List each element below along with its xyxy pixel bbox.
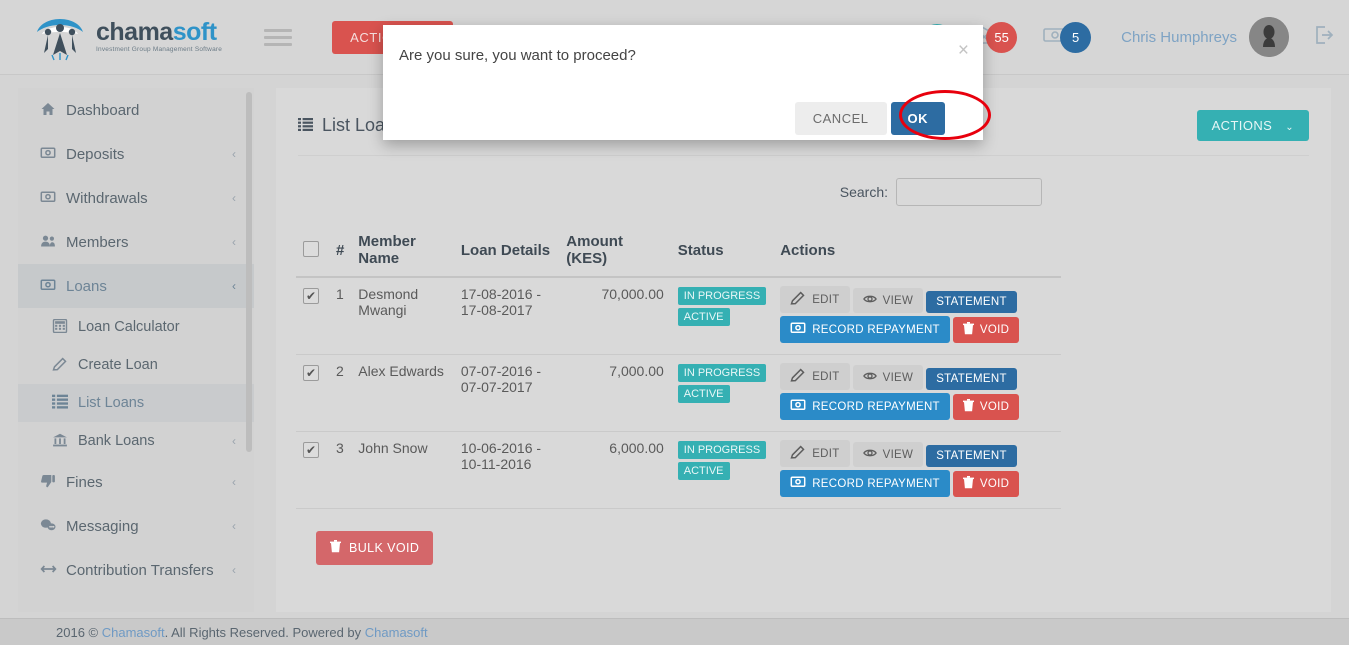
close-icon[interactable]: × <box>958 41 969 60</box>
cancel-button[interactable]: CANCEL <box>794 102 887 135</box>
app-root: chamasoft Investment Group Management So… <box>0 0 1349 645</box>
modal-footer: CANCEL OK <box>794 102 983 135</box>
confirm-modal: × Are you sure, you want to proceed? CAN… <box>383 25 983 140</box>
modal-overlay: × Are you sure, you want to proceed? CAN… <box>0 0 1349 645</box>
ok-button[interactable]: OK <box>890 102 945 135</box>
modal-message: Are you sure, you want to proceed? <box>399 47 636 64</box>
